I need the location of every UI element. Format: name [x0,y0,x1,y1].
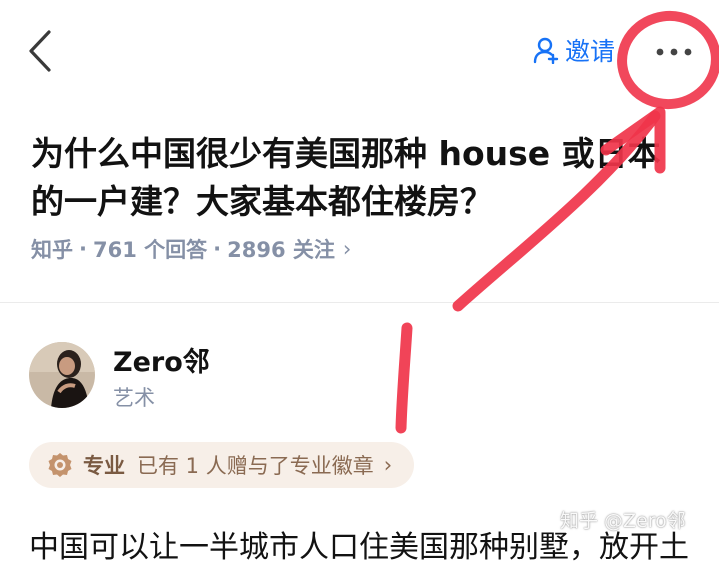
question-meta[interactable]: 知乎 · 761 个回答 · 2896 关注 › [31,234,351,264]
back-button[interactable] [22,28,62,74]
chevron-left-icon [29,30,51,72]
medal-icon [48,453,72,477]
person-add-icon [533,37,559,64]
answer-count: 761 个回答 [92,238,208,262]
more-dots-icon [656,48,692,56]
invite-label: 邀请 [565,37,616,66]
question-title: 为什么中国很少有美国那种 house 或日本的一户建？大家基本都住楼房？ [31,134,661,221]
professional-badge-button[interactable]: 专业 已有 1 人赠与了专业徽章 › [29,442,415,488]
watermark: 知乎 @Zero邻 [560,510,686,532]
author-tag: 艺术 [113,386,155,410]
avatar[interactable] [29,342,95,408]
chevron-right-icon: › [383,453,393,477]
more-options-button[interactable] [648,32,700,72]
badge-text: 已有 1 人赠与了专业徽章 [137,454,374,478]
meta-separator: · [213,237,222,261]
badge-title: 专业 [83,454,125,478]
meta-separator: · [79,237,87,261]
author-name[interactable]: Zero邻 [113,340,210,379]
follower-count: 2896 关注 [227,238,335,262]
annotation-line [395,322,413,434]
top-navigation-bar: 邀请 [0,0,719,100]
invite-button[interactable]: 邀请 [533,30,615,70]
chevron-right-icon: › [342,237,352,261]
source-label: 知乎 [31,238,73,262]
divider [0,302,719,303]
